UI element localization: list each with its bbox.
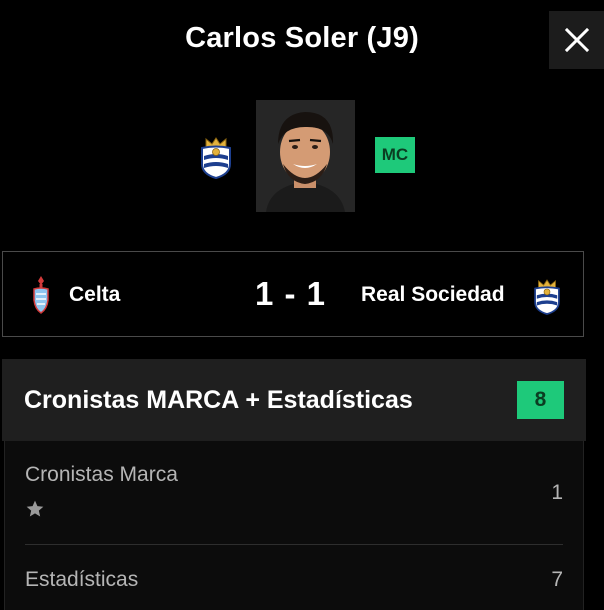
close-icon[interactable] bbox=[564, 28, 589, 52]
rating-header[interactable]: Cronistas MARCA + Estadísticas 8 bbox=[2, 359, 586, 441]
star-icon bbox=[26, 500, 44, 517]
position-badge: MC bbox=[375, 137, 415, 173]
estadisticas-value: 7 bbox=[551, 568, 563, 591]
estadisticas-label: Estadísticas bbox=[25, 568, 139, 591]
home-team-name: Celta bbox=[69, 283, 121, 306]
rating-title: Cronistas MARCA + Estadísticas bbox=[24, 386, 413, 414]
away-team-name: Real Sociedad bbox=[361, 283, 505, 306]
real-sociedad-crest-icon bbox=[201, 137, 231, 180]
match-score: 1 - 1 bbox=[255, 275, 327, 312]
player-portrait-icon bbox=[256, 100, 355, 212]
close-button[interactable] bbox=[549, 11, 604, 69]
match-summary: Celta 1 - 1 Real Sociedad bbox=[2, 251, 584, 337]
page-title: Carlos Soler (J9) bbox=[185, 22, 419, 54]
cronistas-label: Cronistas Marca bbox=[25, 463, 178, 486]
celta-crest-icon bbox=[33, 276, 49, 314]
player-photo bbox=[256, 100, 355, 212]
rating-breakdown: Cronistas Marca 1 Estadísticas 7 bbox=[4, 441, 584, 610]
rating-total-badge: 8 bbox=[517, 381, 564, 419]
row-divider bbox=[25, 544, 563, 545]
cronistas-value: 1 bbox=[551, 481, 563, 504]
real-sociedad-crest-icon bbox=[534, 279, 560, 315]
